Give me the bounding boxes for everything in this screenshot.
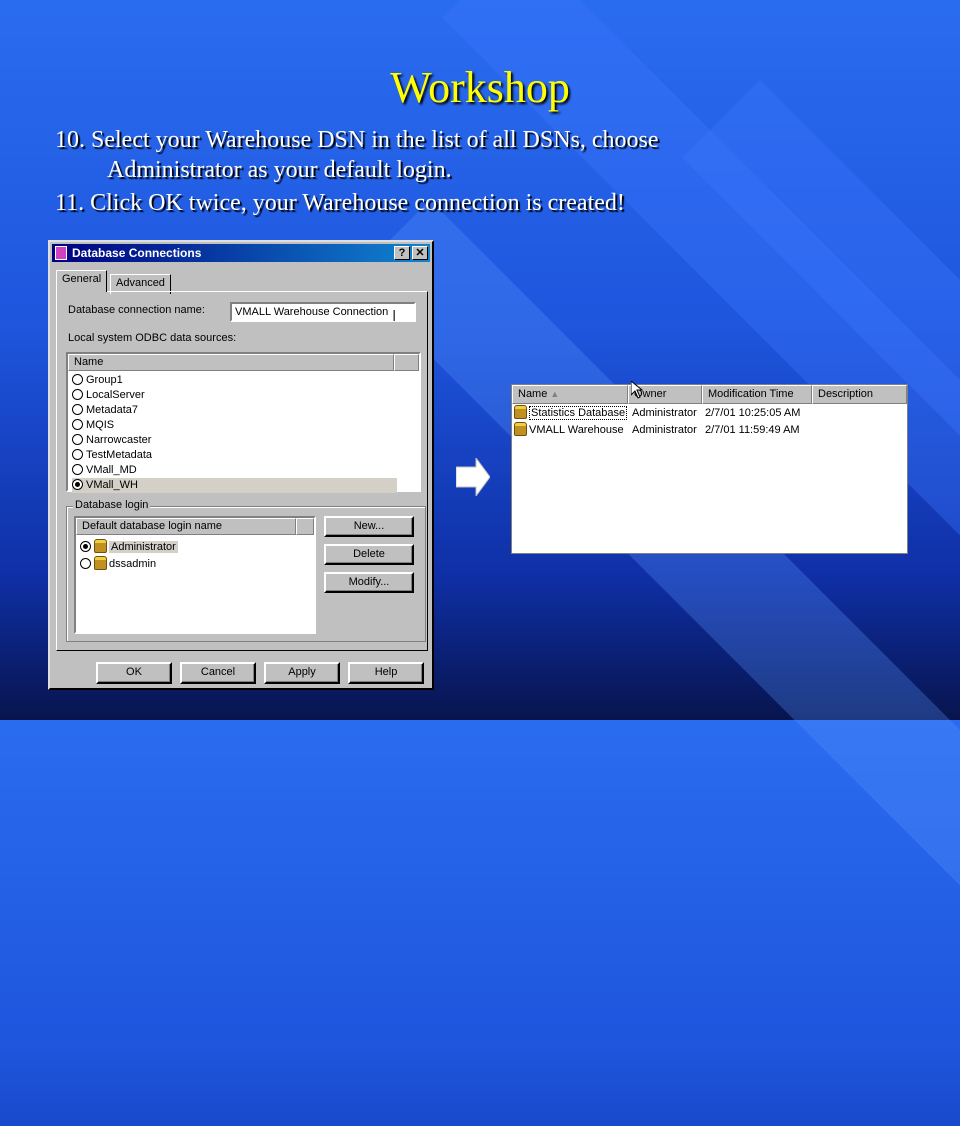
login-column-header-extra[interactable] [296,518,314,535]
radio-icon[interactable] [80,558,91,569]
radio-icon[interactable] [72,374,83,385]
database-icon [514,422,527,436]
dsn-column-header[interactable]: Name [68,354,394,371]
slide-title: Workshop [390,63,570,112]
radio-icon[interactable] [72,404,83,415]
dsn-item[interactable]: Group1 [72,373,123,388]
help-button[interactable]: Help [348,662,424,684]
database-icon [514,405,527,419]
step-10-line2: Administrator as your default login. [107,157,452,183]
radio-icon[interactable] [72,449,83,460]
tab-general[interactable]: General [56,270,108,292]
conn-name-label: Database connection name: [68,304,205,316]
column-header-description[interactable]: Description [812,385,907,404]
radio-icon[interactable] [72,419,83,430]
dsn-item-selected[interactable]: VMall_WH [72,478,397,493]
radio-icon[interactable] [72,464,83,475]
delete-button[interactable]: Delete [324,544,414,565]
login-column-header[interactable]: Default database login name [76,518,296,535]
login-listbox[interactable]: Default database login name Administrato… [74,516,316,634]
odbc-label: Local system ODBC data sources: [68,332,237,344]
login-item[interactable]: dssadmin [80,556,156,571]
help-icon[interactable]: ? [394,246,410,260]
radio-icon[interactable] [72,479,83,490]
connection-row-owner: Administrator [632,407,697,419]
cancel-button[interactable]: Cancel [180,662,256,684]
dsn-item[interactable]: LocalServer [72,388,145,403]
step-11-text: 11. Click OK twice, your Warehouse conne… [55,190,625,216]
close-icon[interactable]: ✕ [412,246,428,260]
connections-list: Name ▲ Owner Modification Time Descripti… [511,384,908,554]
database-icon [94,539,107,553]
text-cursor-icon: I [392,308,397,325]
dsn-item[interactable]: Metadata7 [72,403,138,418]
sort-arrow-icon: ▲ [550,389,560,399]
connection-row-time: 2/7/01 10:25:05 AM [705,407,801,419]
step-10-text: 10. Select your Warehouse DSN in the lis… [55,125,915,185]
database-icon [94,556,107,570]
column-header-modification-time[interactable]: Modification Time [702,385,812,404]
dsn-item[interactable]: VMall_MD [72,463,137,478]
modify-button[interactable]: Modify... [324,572,414,593]
right-arrow-icon [456,458,490,496]
dsn-item[interactable]: TestMetadata [72,448,152,463]
login-group-label: Database login [73,499,151,511]
connection-row-name[interactable]: Statistics Database [514,405,628,421]
dsn-listbox[interactable]: Name Group1 LocalServer Metadata7 MQIS N… [66,352,421,493]
radio-icon[interactable] [72,389,83,400]
new-button[interactable]: New... [324,516,414,537]
conn-name-input[interactable]: VMALL Warehouse Connection [230,302,416,322]
dsn-column-header-extra[interactable] [394,354,419,371]
column-header-name[interactable]: Name ▲ [512,385,628,404]
login-item-selected[interactable]: Administrator [80,539,178,554]
mouse-cursor-icon [631,381,643,399]
dialog-titlebar[interactable]: Database Connections ? ✕ [52,244,430,262]
step-10-line1: 10. Select your Warehouse DSN in the lis… [55,127,659,153]
radio-icon[interactable] [80,541,91,552]
connection-row-owner: Administrator [632,424,697,436]
apply-button[interactable]: Apply [264,662,340,684]
dialog-title: Database Connections [72,246,202,260]
dsn-item[interactable]: Narrowcaster [72,433,151,448]
connection-row-name[interactable]: VMALL Warehouse [514,422,624,438]
ok-button[interactable]: OK [96,662,172,684]
radio-icon[interactable] [72,434,83,445]
connection-row-time: 2/7/01 11:59:49 AM [705,424,800,436]
dsn-item[interactable]: MQIS [72,418,114,433]
app-icon [55,246,67,260]
database-connections-dialog: Database Connections ? ✕ General Advance… [48,240,434,690]
